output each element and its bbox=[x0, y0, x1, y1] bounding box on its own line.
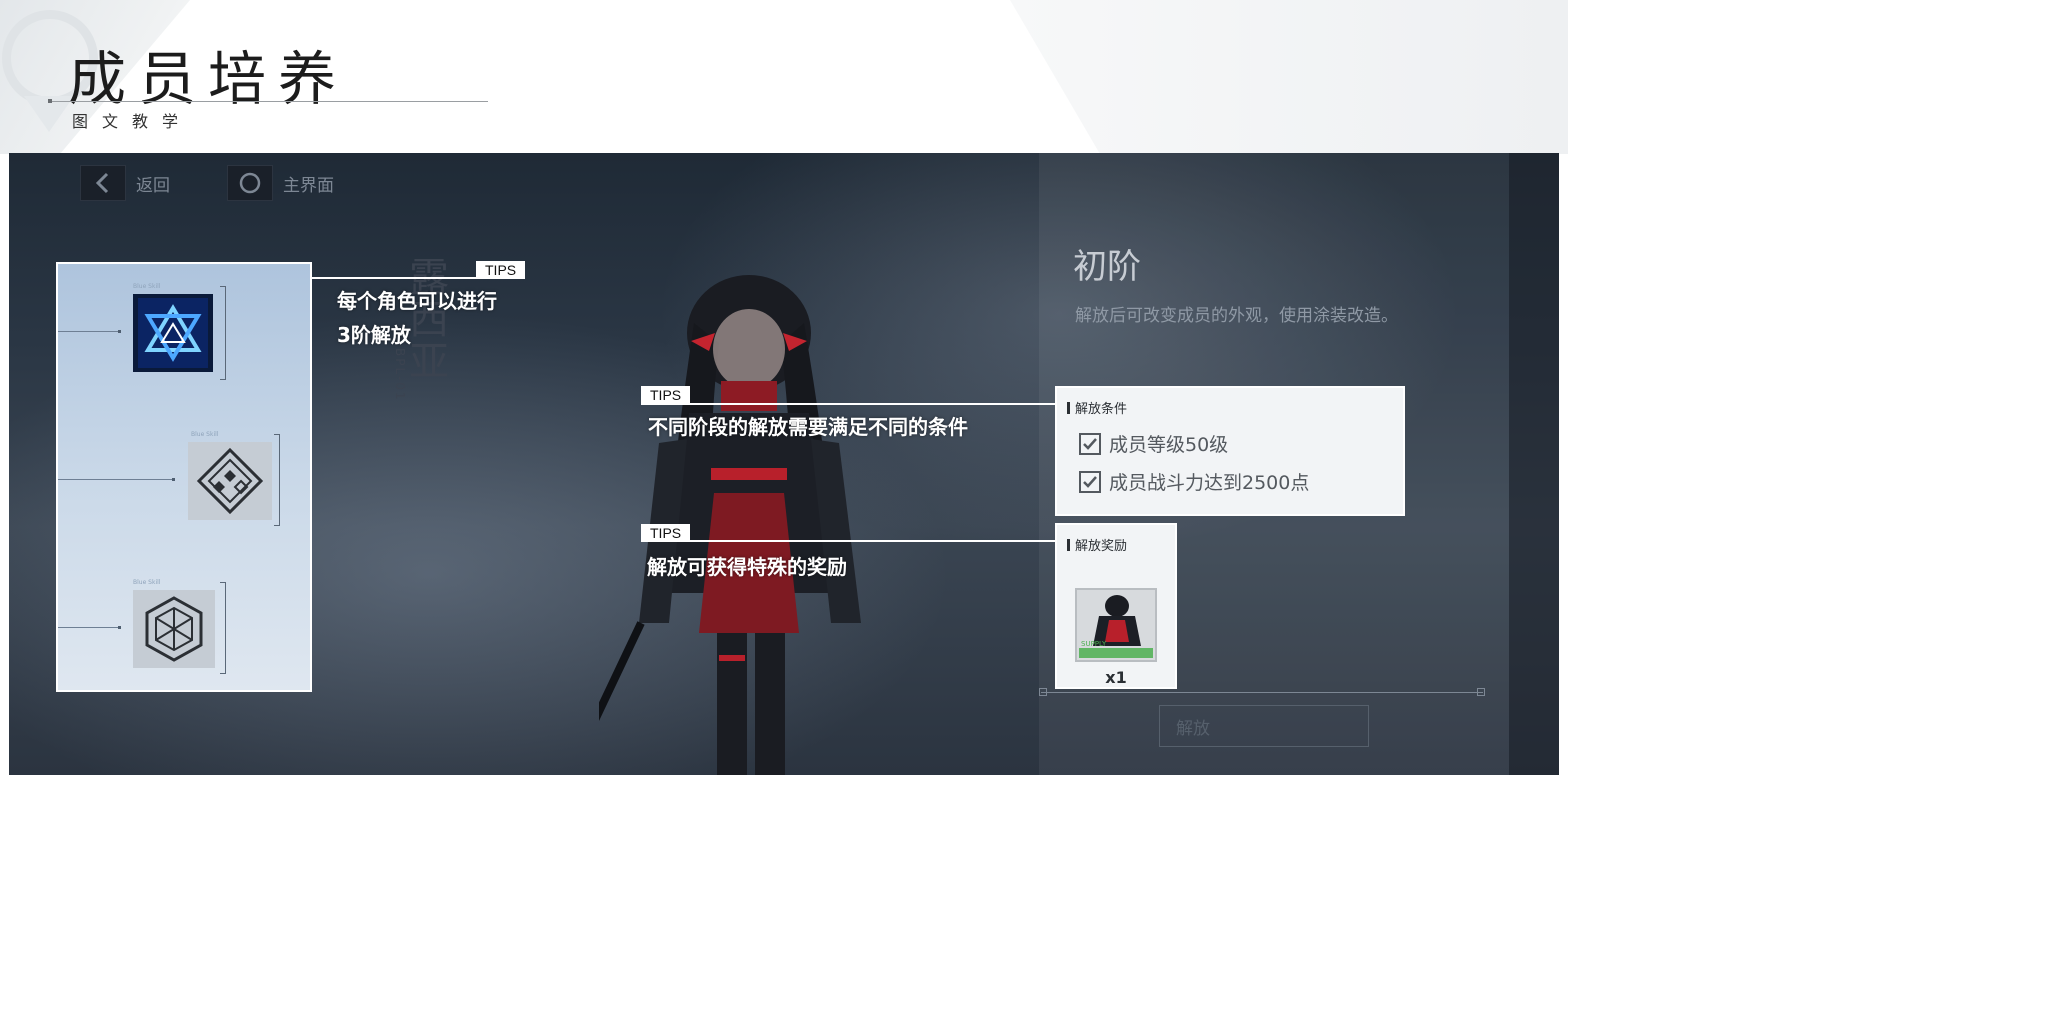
chevron-left-icon bbox=[80, 165, 126, 201]
tutorial-page: 成员培养 图文教学 返回 主界面 露西亚 BPL-01 初阶 解放后可改变成员的… bbox=[0, 0, 1568, 784]
reward-item[interactable]: SUPPLY bbox=[1075, 588, 1157, 662]
tier-description: 解放后可改变成员的外观，使用涂装改造。 bbox=[1075, 306, 1398, 326]
skill-connector-dot bbox=[118, 330, 121, 333]
heading-bar bbox=[1067, 538, 1070, 551]
skill-connector bbox=[58, 479, 174, 480]
checkbox-checked-icon bbox=[1079, 432, 1101, 455]
heading-bar bbox=[1067, 401, 1070, 414]
tier-title: 初阶 bbox=[1073, 247, 1141, 287]
release-conditions-panel: 解放条件 成员等级50级 成员战斗力达到2500点 bbox=[1055, 386, 1405, 516]
condition-label: 成员等级50级 bbox=[1109, 434, 1229, 456]
condition-row: 成员等级50级 bbox=[1079, 430, 1228, 457]
skill-connector-dot bbox=[118, 626, 121, 629]
skill-bracket bbox=[274, 434, 280, 526]
screen-edge bbox=[1509, 153, 1559, 775]
tips-text: 每个角色可以进行 3阶解放 bbox=[337, 289, 497, 347]
callout-line bbox=[641, 540, 1055, 542]
callout-line bbox=[641, 403, 1055, 405]
blue-triangle-skill-icon bbox=[138, 298, 208, 368]
reward-quantity: x1 bbox=[1105, 668, 1127, 687]
reward-character-thumbnail: SUPPLY bbox=[1079, 595, 1153, 658]
skill-tree-panel: Blue Skill Blue Skill Blue Skill bbox=[56, 262, 312, 692]
title-divider-dot bbox=[48, 99, 52, 103]
tips-tag: TIPS bbox=[476, 261, 526, 279]
release-reward-panel: 解放奖励 SUPPLY x1 bbox=[1055, 523, 1177, 689]
tips-tag: TIPS bbox=[641, 386, 691, 404]
reward-heading-label: 解放奖励 bbox=[1075, 539, 1128, 554]
reward-item-tag: SUPPLY bbox=[1081, 640, 1107, 648]
skill-caption: Blue Skill bbox=[133, 283, 161, 290]
page-subtitle: 图文教学 bbox=[72, 112, 193, 131]
title-divider bbox=[48, 101, 488, 102]
tips-text: 解放可获得特殊的奖励 bbox=[647, 555, 847, 579]
skill-node-2[interactable] bbox=[188, 442, 272, 520]
condition-label: 成员战斗力达到2500点 bbox=[1109, 472, 1310, 494]
release-button[interactable]: 解放 bbox=[1159, 705, 1369, 747]
conditions-heading: 解放条件 bbox=[1067, 398, 1127, 417]
skill-node-1[interactable] bbox=[133, 294, 213, 372]
callout-line bbox=[312, 277, 476, 279]
page-title: 成员培养 bbox=[68, 45, 349, 113]
character-illustration bbox=[599, 275, 861, 775]
skill-connector bbox=[58, 627, 120, 628]
skill-bracket bbox=[220, 286, 226, 380]
character-code: BPL-01 bbox=[393, 348, 407, 402]
circle-home-icon bbox=[227, 165, 273, 201]
home-label: 主界面 bbox=[283, 175, 334, 196]
hexagon-flower-skill-icon bbox=[145, 596, 203, 662]
back-label: 返回 bbox=[136, 175, 170, 196]
skill-connector-dot bbox=[172, 478, 175, 481]
reward-heading: 解放奖励 bbox=[1067, 535, 1127, 554]
condition-row: 成员战斗力达到2500点 bbox=[1079, 468, 1309, 495]
home-button[interactable]: 主界面 bbox=[227, 165, 334, 201]
header-bg-right bbox=[1010, 0, 1568, 154]
skill-node-3[interactable] bbox=[133, 590, 215, 668]
checkbox-checked-icon bbox=[1079, 470, 1101, 493]
tips-text: 不同阶段的解放需要满足不同的条件 bbox=[648, 415, 968, 439]
skill-bracket bbox=[220, 582, 226, 674]
skill-caption: Blue Skill bbox=[133, 579, 161, 586]
skill-connector bbox=[58, 331, 120, 332]
diamond-skill-icon bbox=[196, 447, 264, 515]
conditions-heading-label: 解放条件 bbox=[1075, 402, 1128, 417]
skill-caption: Blue Skill bbox=[191, 431, 219, 438]
back-button[interactable]: 返回 bbox=[80, 165, 170, 201]
